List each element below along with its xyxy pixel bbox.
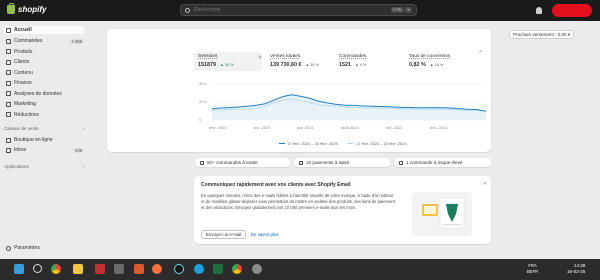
x-tick-label: oct. 2024 bbox=[386, 125, 403, 130]
shopify-email-card: Communiquez rapidement avec vos clients … bbox=[194, 176, 491, 244]
clock[interactable]: 14:38 16-02-25 bbox=[567, 263, 585, 275]
close-icon[interactable]: ✕ bbox=[483, 181, 487, 187]
settings-icon[interactable] bbox=[252, 264, 262, 274]
language-indicator[interactable]: FRA BEFR bbox=[527, 263, 538, 274]
x-tick-label: avr. 2024 bbox=[254, 125, 271, 130]
app-icon[interactable] bbox=[95, 264, 105, 274]
legend-swatch-dotted bbox=[348, 143, 354, 144]
language-code: FRA bbox=[528, 263, 537, 268]
edge-icon[interactable] bbox=[194, 264, 204, 274]
learn-more-link[interactable]: En savoir plus bbox=[251, 232, 279, 237]
search-icon[interactable] bbox=[33, 264, 42, 273]
alert-icon bbox=[399, 160, 403, 165]
legend-current: 17 févr. 2024 – 16 févr. 2025 bbox=[279, 141, 338, 146]
excel-icon[interactable] bbox=[213, 264, 223, 274]
legend-swatch-solid bbox=[279, 142, 285, 145]
app-icon[interactable] bbox=[114, 264, 124, 274]
x-tick-label: févr. 2024 bbox=[209, 125, 227, 130]
task-pill-payments[interactable]: 15 paiements à saisir bbox=[294, 158, 390, 167]
app-icon[interactable] bbox=[134, 264, 144, 274]
task-label: 15 paiements à saisir bbox=[306, 160, 350, 165]
task-label: 1 commande à risque élevé bbox=[406, 160, 463, 165]
firefox-icon[interactable] bbox=[152, 264, 162, 274]
chrome-icon[interactable] bbox=[232, 264, 242, 274]
task-pill-risk[interactable]: 1 commande à risque élevé bbox=[394, 158, 491, 167]
tiktok-icon[interactable] bbox=[174, 264, 184, 274]
file-explorer-icon[interactable] bbox=[73, 264, 83, 274]
x-tick-label: juin 2024 bbox=[297, 125, 314, 130]
chrome-icon[interactable] bbox=[51, 264, 61, 274]
clock-date: 16-02-25 bbox=[567, 269, 586, 275]
windows-taskbar: FRA BEFR 14:38 16-02-25 bbox=[0, 259, 600, 280]
inbox-icon bbox=[200, 160, 204, 165]
send-email-button[interactable]: Envoyer un e-mail bbox=[201, 230, 247, 239]
task-pill-orders[interactable]: 50+ commandes à traiter bbox=[195, 158, 290, 167]
payment-icon bbox=[299, 160, 303, 165]
email-card-title: Communiquez rapidement avec vos clients … bbox=[201, 182, 351, 188]
email-card-body: En quelques minutes, créez des e-mails f… bbox=[201, 193, 395, 210]
windows-icon[interactable] bbox=[14, 264, 24, 274]
x-tick-label: août 2024 bbox=[341, 125, 359, 130]
task-label: 50+ commandes à traiter bbox=[207, 160, 258, 165]
x-tick-label: déc. 2024 bbox=[430, 125, 448, 130]
legend-previous: 17 févr. 2023 – 16 févr. 2024 bbox=[348, 141, 407, 146]
keyboard-layout: BEFR bbox=[527, 268, 539, 274]
legend-label: 17 févr. 2023 – 16 févr. 2024 bbox=[356, 141, 407, 146]
legend-label: 17 févr. 2024 – 16 févr. 2025 bbox=[287, 141, 338, 146]
email-illustration bbox=[412, 192, 472, 236]
